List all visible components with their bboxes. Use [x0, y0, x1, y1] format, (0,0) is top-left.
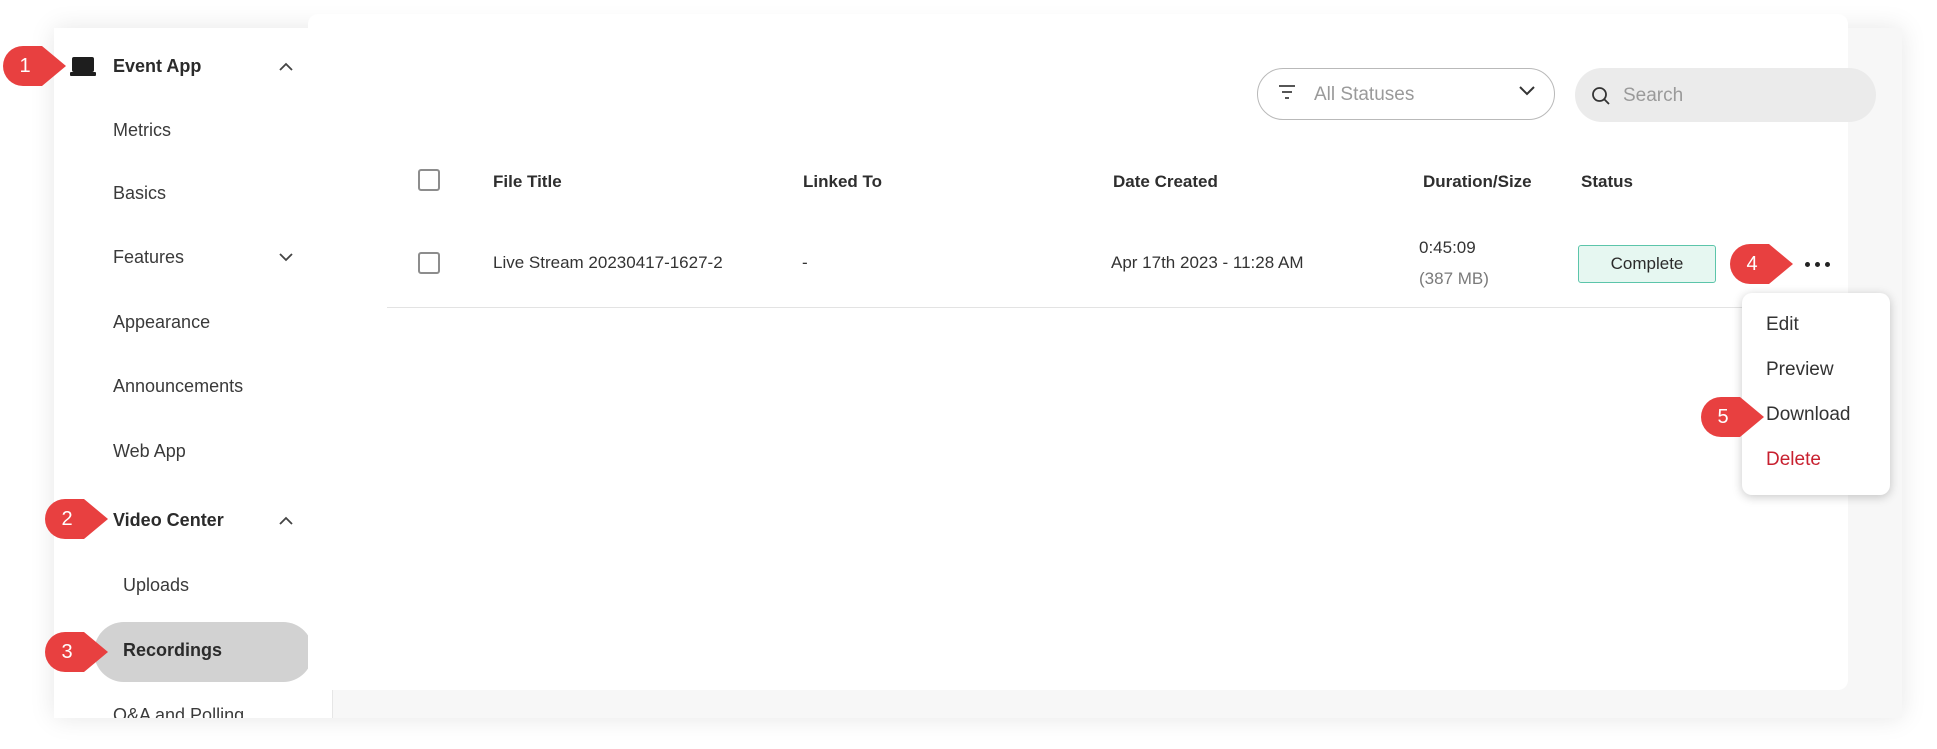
sidebar-item-announcements[interactable]: Announcements	[54, 358, 332, 414]
chevron-down-icon	[1519, 86, 1535, 96]
row-actions-menu: Edit Preview Download Delete	[1742, 293, 1890, 495]
sidebar-item-appearance[interactable]: Appearance	[54, 294, 332, 350]
column-header-file-title[interactable]: File Title	[493, 172, 562, 192]
chevron-down-icon[interactable]	[275, 246, 297, 268]
callout-number: 3	[61, 640, 73, 663]
sidebar-item-event-app[interactable]: Event App	[54, 38, 332, 94]
sidebar-item-uploads[interactable]: Uploads	[54, 557, 332, 613]
sidebar-item-label: Q&A and Polling	[113, 704, 245, 719]
sidebar-item-label: Features	[113, 246, 185, 267]
duration-cell: 0:45:09	[1419, 238, 1476, 257]
file-title-cell: Live Stream 20230417-1627-2	[493, 253, 723, 272]
sidebar-item-label: Metrics	[113, 119, 171, 140]
sidebar-item-label: Basics	[113, 182, 167, 203]
chevron-up-icon[interactable]	[275, 55, 297, 77]
menu-item-edit[interactable]: Edit	[1766, 314, 1799, 336]
search-icon	[1592, 87, 1610, 105]
sidebar-item-qa-polling[interactable]: Q&A and Polling	[54, 687, 332, 719]
sidebar-item-basics[interactable]: Basics	[54, 165, 332, 221]
linked-to-cell: -	[802, 253, 808, 272]
callout-number: 2	[61, 507, 73, 530]
column-header-date-created[interactable]: Date Created	[1113, 172, 1218, 192]
chevron-up-icon[interactable]	[275, 509, 297, 531]
callout-marker-5: 5	[1700, 396, 1766, 438]
search-input[interactable]	[1621, 82, 1855, 110]
sidebar-item-label: Appearance	[113, 311, 211, 332]
column-header-status[interactable]: Status	[1581, 172, 1633, 192]
callout-number: 1	[19, 54, 31, 77]
sidebar-item-label: Uploads	[123, 574, 190, 595]
callout-number: 5	[1717, 405, 1729, 428]
sidebar: Event App Metrics Basics Features Appear…	[54, 28, 333, 718]
sidebar-item-features[interactable]: Features	[54, 229, 332, 285]
search-box[interactable]	[1575, 68, 1876, 122]
callout-marker-1: 1	[2, 45, 68, 87]
sidebar-item-label: Web App	[113, 440, 186, 461]
column-header-duration-size[interactable]: Duration/Size	[1423, 172, 1532, 192]
date-created-cell: Apr 17th 2023 - 11:28 AM	[1111, 253, 1304, 272]
sidebar-item-label: Announcements	[113, 375, 244, 396]
menu-item-preview[interactable]: Preview	[1766, 359, 1834, 381]
filter-icon	[1279, 85, 1295, 99]
row-checkbox[interactable]	[418, 252, 440, 274]
column-header-linked-to[interactable]: Linked To	[803, 172, 882, 192]
callout-marker-3: 3	[44, 631, 110, 673]
row-divider	[387, 307, 1877, 308]
sidebar-item-label: Recordings	[123, 639, 223, 660]
callout-marker-2: 2	[44, 498, 110, 540]
select-all-checkbox[interactable]	[418, 169, 440, 191]
sidebar-item-metrics[interactable]: Metrics	[54, 102, 332, 158]
menu-item-delete[interactable]: Delete	[1766, 449, 1821, 471]
row-actions-button[interactable]	[1797, 254, 1837, 274]
sidebar-item-web-app[interactable]: Web App	[54, 423, 332, 479]
sidebar-item-label: Event App	[113, 55, 202, 76]
status-badge: Complete	[1578, 245, 1716, 283]
more-dots-icon	[1804, 261, 1810, 267]
callout-number: 4	[1746, 252, 1758, 275]
menu-item-download[interactable]: Download	[1766, 404, 1851, 426]
size-cell: (387 MB)	[1419, 269, 1489, 288]
callout-marker-4: 4	[1729, 243, 1795, 285]
status-filter-select[interactable]: All Statuses	[1257, 68, 1555, 120]
status-filter-value: All Statuses	[1314, 84, 1415, 105]
laptop-icon	[70, 57, 96, 76]
sidebar-item-label: Video Center	[113, 509, 224, 530]
